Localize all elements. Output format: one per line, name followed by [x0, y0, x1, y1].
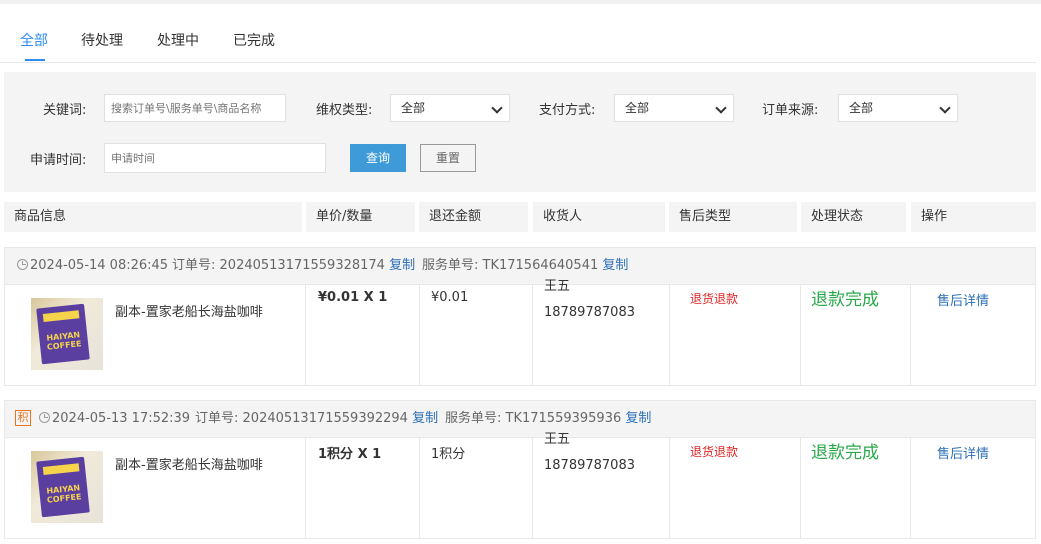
tab-completed[interactable]: 已完成 — [233, 30, 275, 50]
pay-method-value: 全部 — [625, 101, 650, 115]
table-header: 商品信息 单价/数量 退还金额 收货人 售后类型 处理状态 操作 — [4, 202, 1036, 232]
order-number: 订单号: 20240513171559328174 复制 — [172, 248, 415, 284]
service-number-label: 服务单号: — [422, 258, 479, 273]
tab-pending[interactable]: 待处理 — [81, 30, 123, 50]
service-number-value: TK171564640541 — [482, 258, 599, 273]
active-tab-indicator — [25, 59, 45, 61]
reset-button[interactable]: 重置 — [420, 144, 476, 172]
product-cell: HAIYAN COFFEE 副本-置家老船长海盐咖啡 — [5, 285, 305, 385]
copy-order-number-link[interactable]: 复制 — [412, 411, 438, 426]
refund-amount: 1积分 — [431, 447, 466, 462]
keyword-label: 关键词: — [43, 103, 87, 118]
clock-icon — [39, 412, 50, 423]
order-card: 积 2024-05-13 17:52:39 订单号: 2024051317155… — [4, 400, 1036, 539]
price-quantity: 1积分 X 1 — [318, 447, 382, 462]
order-time: 2024-05-14 08:26:45 — [17, 248, 168, 284]
order-source-select[interactable]: 全部 — [838, 94, 958, 122]
query-button[interactable]: 查询 — [350, 144, 406, 172]
price-quantity: ¥0.01 X 1 — [318, 290, 388, 305]
receiver-phone: 18789787083 — [544, 458, 635, 473]
status-tabs: 全部 待处理 处理中 已完成 — [0, 20, 1036, 63]
copy-service-number-link[interactable]: 复制 — [625, 411, 651, 426]
service-number: 服务单号: TK171564640541 复制 — [422, 248, 628, 284]
chevron-down-icon — [491, 102, 503, 114]
refund-amount: ¥0.01 — [431, 290, 469, 305]
receiver-phone: 18789787083 — [544, 305, 635, 320]
product-name: 副本-置家老船长海盐咖啡 — [115, 305, 263, 320]
order-header: 积 2024-05-13 17:52:39 订单号: 2024051317155… — [5, 401, 1035, 438]
order-source-label: 订单来源: — [762, 103, 819, 118]
order-time-text: 2024-05-14 08:26:45 — [30, 258, 169, 273]
tab-processing[interactable]: 处理中 — [157, 30, 199, 50]
status-refund-complete: 退款完成 — [811, 290, 879, 310]
after-sale-type: 退货退款 — [690, 292, 739, 306]
after-sale-detail-link[interactable]: 售后详情 — [937, 290, 989, 309]
order-time-text: 2024-05-13 17:52:39 — [52, 411, 191, 426]
after-sale-detail-link[interactable]: 售后详情 — [937, 443, 989, 462]
header-price-qty: 单价/数量 — [306, 202, 415, 232]
order-header: 2024-05-14 08:26:45 订单号: 202405131715593… — [5, 248, 1035, 285]
copy-service-number-link[interactable]: 复制 — [602, 258, 628, 273]
after-sale-type: 退货退款 — [690, 445, 739, 459]
header-product-info: 商品信息 — [4, 202, 302, 232]
product-cell: HAIYAN COFFEE 副本-置家老船长海盐咖啡 — [5, 438, 305, 538]
tab-all[interactable]: 全部 — [20, 30, 48, 50]
chevron-down-icon — [715, 102, 727, 114]
header-after-sale-type: 售后类型 — [669, 202, 797, 232]
product-image: HAIYAN COFFEE — [31, 298, 103, 370]
keyword-search-input[interactable] — [104, 94, 286, 122]
copy-order-number-link[interactable]: 复制 — [389, 258, 415, 273]
receiver-name: 王五 — [544, 279, 571, 294]
header-receiver: 收货人 — [533, 202, 665, 232]
order-source-value: 全部 — [849, 101, 874, 115]
order-card: 2024-05-14 08:26:45 订单号: 202405131715593… — [4, 247, 1036, 386]
chevron-down-icon — [939, 102, 951, 114]
filter-panel: 关键词: 维权类型: 全部 支付方式: 全部 订单来源: 全部 申请时间: 查询… — [4, 72, 1036, 192]
clock-icon — [17, 259, 28, 270]
header-action: 操作 — [911, 202, 1036, 232]
receiver-name: 王五 — [544, 432, 571, 447]
service-number-label: 服务单号: — [445, 411, 502, 426]
product-image: HAIYAN COFFEE — [31, 451, 103, 523]
pay-method-label: 支付方式: — [539, 103, 596, 118]
status-refund-complete: 退款完成 — [811, 443, 879, 463]
order-time: 2024-05-13 17:52:39 — [39, 401, 190, 437]
rights-type-label: 维权类型: — [316, 103, 373, 118]
order-number-label: 订单号: — [195, 411, 239, 426]
order-number: 订单号: 20240513171559392294 复制 — [195, 401, 438, 437]
apply-time-input[interactable] — [104, 143, 326, 173]
order-number-value: 20240513171559328174 — [219, 258, 385, 273]
header-refund-amount: 退还金额 — [419, 202, 528, 232]
header-status: 处理状态 — [801, 202, 906, 232]
top-divider-bar — [0, 0, 1041, 4]
order-number-label: 订单号: — [172, 258, 216, 273]
apply-time-label: 申请时间: — [30, 153, 87, 168]
pay-method-select[interactable]: 全部 — [614, 94, 734, 122]
points-badge-icon: 积 — [15, 410, 31, 426]
rights-type-value: 全部 — [401, 101, 426, 115]
product-name: 副本-置家老船长海盐咖啡 — [115, 458, 263, 473]
order-number-value: 20240513171559392294 — [242, 411, 408, 426]
rights-type-select[interactable]: 全部 — [390, 94, 510, 122]
service-number-value: TK171559395936 — [505, 411, 622, 426]
